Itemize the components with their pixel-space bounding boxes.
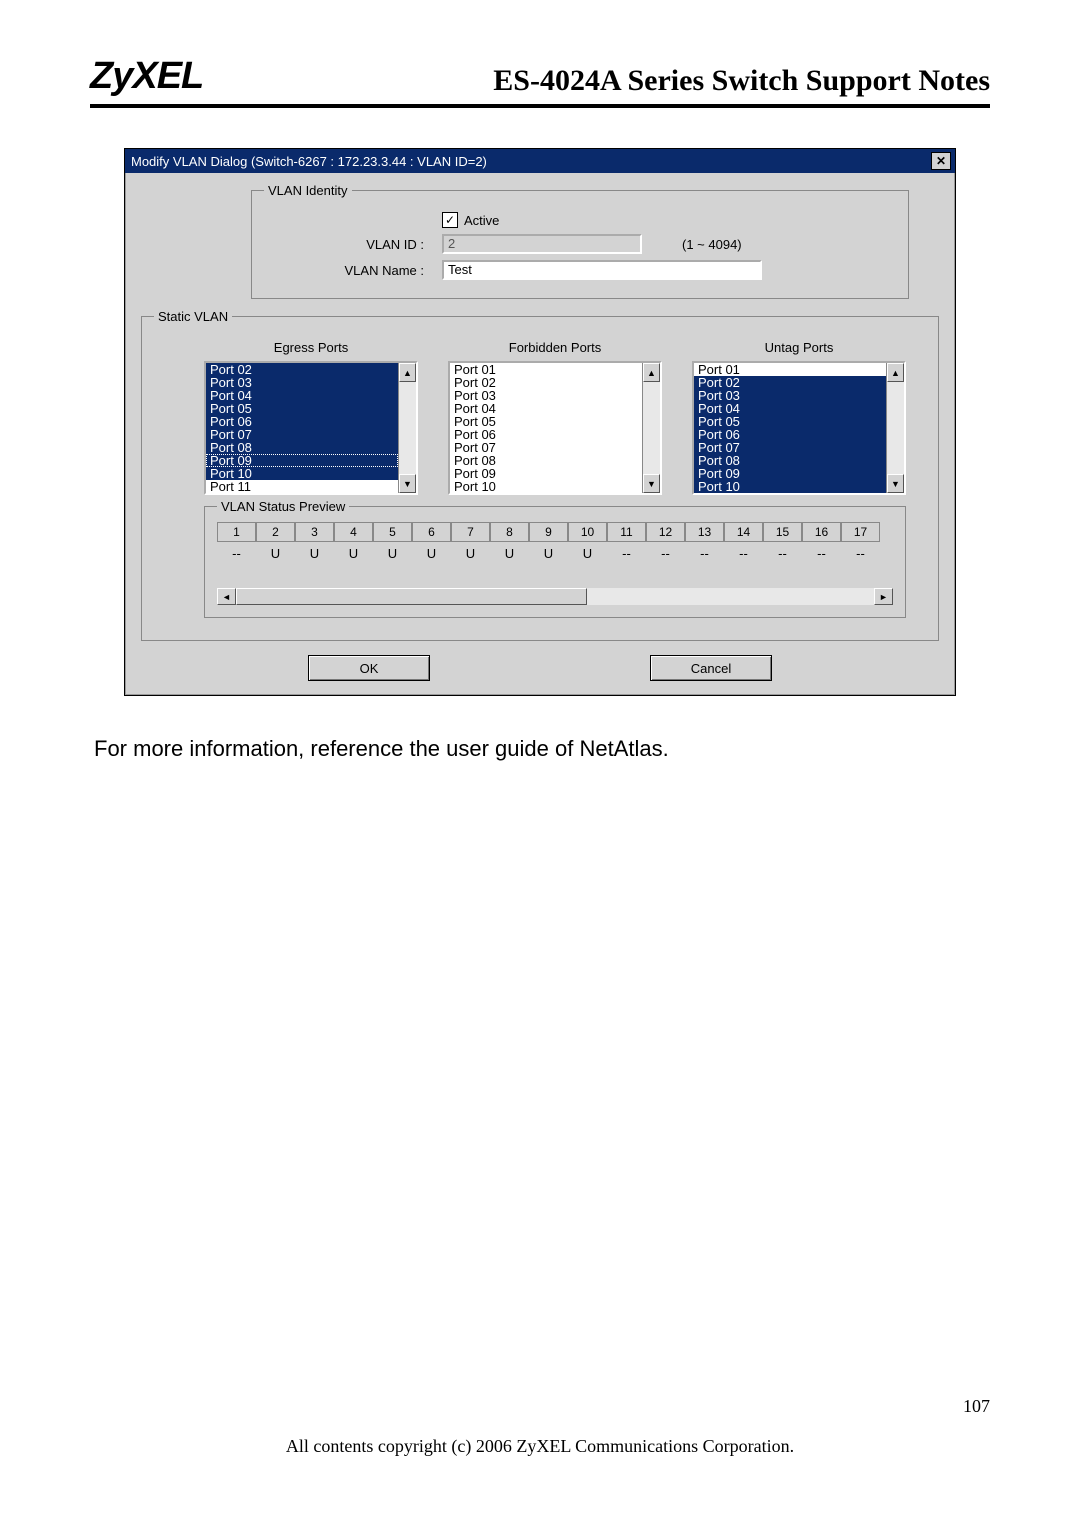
vlan-dialog: Modify VLAN Dialog (Switch-6267 : 172.23… xyxy=(124,148,956,696)
preview-port-value: -- xyxy=(724,542,763,564)
scrollbar[interactable]: ▲ ▼ xyxy=(886,363,904,493)
forbidden-header: Forbidden Ports xyxy=(448,340,662,355)
preview-port-value: -- xyxy=(802,542,841,564)
preview-port-header: 7 xyxy=(451,522,490,542)
copyright: All contents copyright (c) 2006 ZyXEL Co… xyxy=(0,1436,1080,1457)
vlan-identity-legend: VLAN Identity xyxy=(264,183,352,198)
preview-value-row: --UUUUUUUUU-------------- xyxy=(217,542,893,564)
preview-port-value: -- xyxy=(841,542,880,564)
preview-port-header: 10 xyxy=(568,522,607,542)
preview-port-value: -- xyxy=(217,542,256,564)
preview-port-value: U xyxy=(256,542,295,564)
preview-port-value: -- xyxy=(763,542,802,564)
preview-port-value: U xyxy=(412,542,451,564)
preview-port-header: 8 xyxy=(490,522,529,542)
scroll-right-icon[interactable]: ► xyxy=(874,588,893,605)
horizontal-scrollbar[interactable]: ◄ ► xyxy=(217,588,893,605)
preview-header-row: 1234567891011121314151617 xyxy=(217,522,893,542)
preview-port-value: U xyxy=(295,542,334,564)
scroll-up-icon[interactable]: ▲ xyxy=(887,363,904,382)
ok-button[interactable]: OK xyxy=(308,655,430,681)
preview-port-header: 15 xyxy=(763,522,802,542)
static-vlan-legend: Static VLAN xyxy=(154,309,232,324)
logo: ZyXEL xyxy=(90,55,203,98)
preview-port-value: U xyxy=(490,542,529,564)
scroll-down-icon[interactable]: ▼ xyxy=(887,474,904,493)
preview-port-header: 13 xyxy=(685,522,724,542)
vlan-status-preview-group: VLAN Status Preview 12345678910111213141… xyxy=(204,499,906,618)
scrollbar[interactable]: ▲ ▼ xyxy=(398,363,416,493)
preview-port-header: 16 xyxy=(802,522,841,542)
list-item[interactable]: Port 10 xyxy=(450,480,642,493)
untag-listbox[interactable]: Port 01Port 02Port 03Port 04Port 05Port … xyxy=(692,361,906,495)
close-icon[interactable]: ✕ xyxy=(931,152,951,170)
scrollbar[interactable]: ▲ ▼ xyxy=(642,363,660,493)
list-item[interactable]: Port 11 xyxy=(206,480,398,493)
vlan-identity-group: VLAN Identity ✓ Active VLAN ID : 2 (1 ~ … xyxy=(251,183,909,299)
vlan-id-label: VLAN ID : xyxy=(264,237,442,252)
dialog-title: Modify VLAN Dialog (Switch-6267 : 172.23… xyxy=(131,154,487,169)
preview-port-header: 14 xyxy=(724,522,763,542)
forbidden-listbox[interactable]: Port 01Port 02Port 03Port 04Port 05Port … xyxy=(448,361,662,495)
vlan-id-range: (1 ~ 4094) xyxy=(682,237,742,252)
preview-port-header: 3 xyxy=(295,522,334,542)
preview-port-value: U xyxy=(568,542,607,564)
vlan-status-preview-legend: VLAN Status Preview xyxy=(217,499,349,514)
preview-port-header: 11 xyxy=(607,522,646,542)
preview-port-value: -- xyxy=(646,542,685,564)
preview-port-header: 1 xyxy=(217,522,256,542)
preview-port-value: -- xyxy=(685,542,724,564)
untag-header: Untag Ports xyxy=(692,340,906,355)
egress-header: Egress Ports xyxy=(204,340,418,355)
page-header: ZyXEL ES-4024A Series Switch Support Not… xyxy=(90,55,990,108)
preview-port-header: 17 xyxy=(841,522,880,542)
preview-port-header: 9 xyxy=(529,522,568,542)
preview-port-value: U xyxy=(334,542,373,564)
vlan-name-input[interactable]: Test xyxy=(442,260,762,280)
dialog-titlebar: Modify VLAN Dialog (Switch-6267 : 172.23… xyxy=(125,149,955,173)
preview-port-header: 4 xyxy=(334,522,373,542)
scroll-up-icon[interactable]: ▲ xyxy=(399,363,416,382)
vlan-id-input: 2 xyxy=(442,234,642,254)
preview-port-value: U xyxy=(529,542,568,564)
document-title: ES-4024A Series Switch Support Notes xyxy=(493,64,990,98)
preview-port-header: 12 xyxy=(646,522,685,542)
preview-port-header: 5 xyxy=(373,522,412,542)
body-paragraph: For more information, reference the user… xyxy=(94,736,990,762)
egress-listbox[interactable]: Port 02Port 03Port 04Port 05Port 06Port … xyxy=(204,361,418,495)
static-vlan-group: Static VLAN Egress Ports Port 02Port 03P… xyxy=(141,309,939,641)
preview-port-value: -- xyxy=(607,542,646,564)
preview-port-value: U xyxy=(451,542,490,564)
scroll-left-icon[interactable]: ◄ xyxy=(217,588,236,605)
cancel-button[interactable]: Cancel xyxy=(650,655,772,681)
preview-port-header: 2 xyxy=(256,522,295,542)
active-checkbox[interactable]: ✓ xyxy=(442,212,458,228)
scrollbar-thumb[interactable] xyxy=(236,588,587,605)
preview-port-value: U xyxy=(373,542,412,564)
list-item[interactable]: Port 10 xyxy=(694,480,886,493)
page-number: 107 xyxy=(963,1396,990,1417)
preview-port-header: 6 xyxy=(412,522,451,542)
active-label: Active xyxy=(464,213,499,228)
scroll-down-icon[interactable]: ▼ xyxy=(643,474,660,493)
scroll-down-icon[interactable]: ▼ xyxy=(399,474,416,493)
scroll-up-icon[interactable]: ▲ xyxy=(643,363,660,382)
vlan-name-label: VLAN Name : xyxy=(264,263,442,278)
